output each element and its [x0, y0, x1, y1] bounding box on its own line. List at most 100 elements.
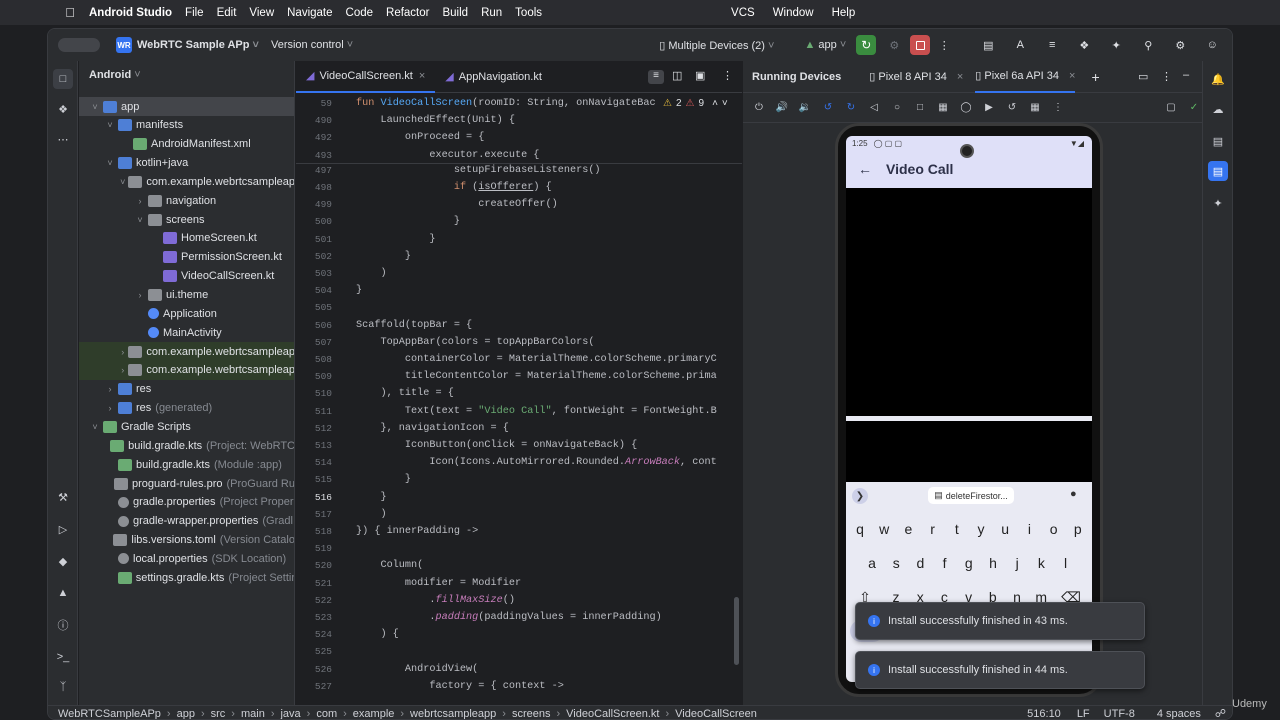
screenshot-icon[interactable]: ◯	[958, 100, 974, 116]
menu-edit[interactable]: Edit	[217, 7, 237, 19]
device-screen[interactable]: 1:25 ◯ ▢ ▢ ▼◢ ← Video Call ❯ ▤ deleteFire…	[846, 136, 1092, 682]
structure-icon[interactable]: ❖	[53, 99, 73, 119]
tree-item[interactable]: HomeScreen.kt	[79, 229, 294, 248]
project-selector[interactable]: WebRTC Sample APp ˅	[137, 39, 259, 51]
code-line[interactable]: }	[356, 282, 362, 299]
key-r[interactable]: r	[923, 516, 943, 542]
key-l[interactable]: l	[1056, 550, 1076, 576]
key-a[interactable]: a	[862, 550, 882, 576]
key-k[interactable]: k	[1031, 550, 1051, 576]
key-w[interactable]: w	[874, 516, 894, 542]
menu-window[interactable]: Window	[773, 7, 814, 19]
breadcrumb-item[interactable]: VideoCallScreen.kt	[566, 708, 659, 720]
menu-navigate[interactable]: Navigate	[287, 7, 332, 19]
problems-icon[interactable]: ⓘ	[53, 615, 73, 635]
lock-icon[interactable]: ☍	[1215, 707, 1226, 719]
arrow-back-icon[interactable]: ←	[858, 161, 878, 177]
menu-view[interactable]: View	[249, 7, 274, 19]
code-view-icon[interactable]: ≡	[648, 70, 664, 84]
breadcrumb-item[interactable]: com	[316, 708, 337, 720]
key-y[interactable]: y	[971, 516, 991, 542]
breadcrumb-item[interactable]: example	[353, 708, 395, 720]
close-icon[interactable]: ×	[419, 70, 425, 82]
menu-build[interactable]: Build	[442, 7, 468, 19]
rotate-right-icon[interactable]: ↻	[843, 100, 859, 116]
breadcrumb-item[interactable]: webrtcsampleapp	[410, 708, 496, 720]
tree-item[interactable]: gradle-wrapper.properties (Gradl	[79, 512, 294, 531]
code-line[interactable]: if (isOfferer) {	[356, 179, 552, 196]
breadcrumb-item[interactable]: java	[280, 708, 300, 720]
code-line[interactable]: }	[356, 248, 411, 265]
chevron-right-icon[interactable]: ›	[104, 384, 116, 394]
code-line[interactable]: .padding(paddingValues = innerPadding)	[356, 609, 661, 626]
install-toast-2[interactable]: i Install successfully finished in 44 ms…	[855, 651, 1145, 689]
run-icon[interactable]: ▷	[53, 519, 73, 539]
device-manager-icon[interactable]: ▤	[978, 39, 998, 52]
code-line[interactable]: titleContentColor = MaterialTheme.colorS…	[356, 368, 717, 385]
tree-item[interactable]: proguard-rules.pro (ProGuard Ru	[79, 474, 294, 493]
chevron-down-icon[interactable]: ˅	[89, 422, 101, 432]
more-tools-icon[interactable]: ⋯	[53, 129, 73, 149]
power-icon[interactable]: ⏻	[751, 100, 767, 116]
chevron-down-icon[interactable]: ˅	[104, 158, 116, 168]
sidebar-toggle-button[interactable]	[58, 38, 100, 52]
breadcrumb-item[interactable]: app	[177, 708, 195, 720]
gradle-icon[interactable]: ☁	[1208, 99, 1228, 119]
code-line[interactable]: createOffer()	[356, 196, 557, 213]
tree-item[interactable]: settings.gradle.kts (Project Settir	[79, 568, 294, 587]
add-device-icon[interactable]: +	[1091, 69, 1099, 85]
close-icon[interactable]: ×	[1069, 70, 1075, 82]
code-line[interactable]: )	[356, 265, 386, 282]
tree-item[interactable]: gradle.properties (Project Proper	[79, 493, 294, 512]
device-settings-icon[interactable]: ▢	[1163, 100, 1179, 116]
tree-item[interactable]: build.gradle.kts (Module :app)	[79, 455, 294, 474]
file-encoding[interactable]: UTF-8	[1104, 708, 1135, 720]
menu-help[interactable]: Help	[832, 7, 856, 19]
key-t[interactable]: t	[947, 516, 967, 542]
breadcrumb-item[interactable]: screens	[512, 708, 551, 720]
menu-file[interactable]: File	[185, 7, 204, 19]
expand-suggestions-icon[interactable]: ❯	[852, 488, 868, 504]
split-view-icon[interactable]: ◫	[672, 69, 682, 82]
indent-setting[interactable]: 4 spaces	[1157, 708, 1201, 720]
key-s[interactable]: s	[886, 550, 906, 576]
menu-code[interactable]: Code	[346, 7, 374, 19]
tab-pixel-8[interactable]: ▯ Pixel 8 API 34 ×	[869, 61, 963, 93]
translate-icon[interactable]: A	[1010, 39, 1030, 51]
sdk-manager-icon[interactable]: ❖	[1074, 39, 1094, 52]
key-j[interactable]: j	[1007, 550, 1027, 576]
key-d[interactable]: d	[910, 550, 930, 576]
reset-icon[interactable]: ↺	[1004, 100, 1020, 116]
search-icon[interactable]: ⚲	[1138, 39, 1158, 52]
project-view-selector[interactable]: Android ˅	[79, 61, 294, 89]
chevron-down-icon[interactable]: ˅	[89, 102, 101, 112]
fold-icon[interactable]: ▦	[935, 100, 951, 116]
volume-down-icon[interactable]: 🔉	[797, 100, 813, 116]
rotate-left-icon[interactable]: ↺	[820, 100, 836, 116]
tree-item[interactable]: ˅ app	[79, 97, 294, 116]
menu-refactor[interactable]: Refactor	[386, 7, 429, 19]
chevron-down-icon[interactable]: ˅	[134, 215, 146, 225]
mic-icon[interactable]: ●	[1070, 488, 1077, 500]
code-line[interactable]: ), title = {	[356, 385, 453, 402]
code-line[interactable]: )	[356, 506, 386, 523]
gemini-icon[interactable]: ✦	[1208, 193, 1228, 213]
tree-item[interactable]: › com.example.webrtcsampleap	[79, 342, 294, 362]
more-icon[interactable]: ⋮	[1161, 70, 1172, 83]
device-selector[interactable]: ▯ Multiple Devices (2) ˅	[659, 39, 774, 52]
chevron-right-icon[interactable]: ›	[134, 290, 146, 300]
app-menu[interactable]: Android Studio	[89, 7, 172, 19]
tree-item[interactable]: ˅ com.example.webrtcsampleap	[79, 172, 294, 191]
more-icon[interactable]: ⋮	[1050, 100, 1066, 116]
logcat-icon[interactable]: ≡	[1042, 39, 1062, 51]
chevron-right-icon[interactable]: ›	[119, 365, 126, 375]
menu-run[interactable]: Run	[481, 7, 502, 19]
tree-item[interactable]: › navigation	[79, 191, 294, 210]
tab-pixel-6a[interactable]: ▯ Pixel 6a API 34 ×	[975, 61, 1076, 93]
clipboard-suggestion[interactable]: ▤ deleteFirestor...	[928, 487, 1014, 504]
tree-item[interactable]: libs.versions.toml (Version Catalo	[79, 531, 294, 550]
tree-item[interactable]: ˅ Gradle Scripts	[79, 417, 294, 436]
line-separator[interactable]: LF	[1077, 708, 1090, 720]
home-icon[interactable]: ○	[889, 100, 905, 116]
stop-button[interactable]	[910, 35, 931, 55]
